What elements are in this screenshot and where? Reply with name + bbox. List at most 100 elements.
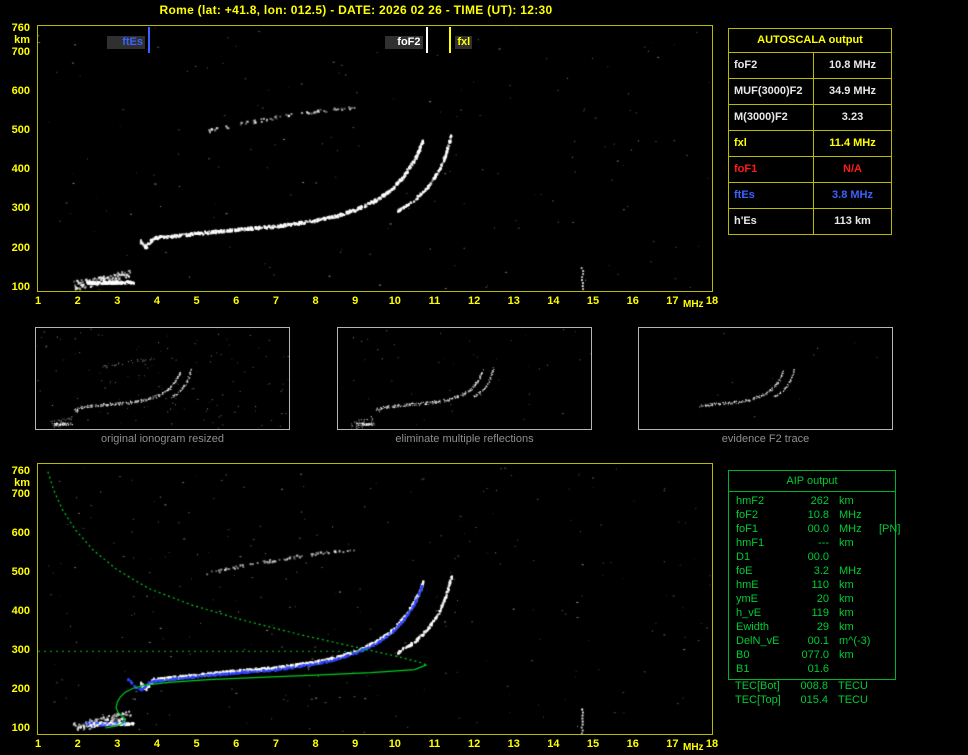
- y-axis-tick-label: 100: [11, 280, 30, 293]
- aip-row: foE 3.2 MHz: [729, 564, 895, 578]
- autoscala-row-value: 34.9 MHz: [813, 79, 891, 104]
- y-axis-tick-label: 500: [11, 123, 30, 136]
- thumbnail-f2-trace-caption: evidence F2 trace: [721, 433, 810, 445]
- aip-row-label: foF1: [736, 523, 759, 535]
- thumbnail-no-reflections-canvas: [338, 328, 591, 429]
- aip-row-label: h_vE: [736, 607, 762, 619]
- x-axis-tick-label: 10: [388, 295, 401, 307]
- autoscala-table-header: AUTOSCALA output: [757, 34, 863, 46]
- aip-row-extra: [879, 606, 895, 620]
- aip-row: hmF2 262 km: [729, 494, 895, 508]
- aip-row-unit: km: [839, 495, 854, 507]
- x-axis-tick-label: 4: [153, 295, 160, 307]
- aip-row-label: DelN_vE: [736, 635, 780, 647]
- y-axis-tick-label: 700: [11, 45, 30, 58]
- aip-row-value: 3.2: [813, 565, 829, 577]
- y-axis-tick-label: 200: [11, 241, 30, 254]
- aip-row-label: hmF1: [736, 537, 765, 549]
- x-axis-tick-label: 14: [547, 738, 560, 750]
- marker-label-fxl: fxl: [455, 36, 473, 49]
- x-axis-tick-label: 14: [547, 295, 560, 307]
- x-axis-tick-label: 12: [467, 738, 481, 750]
- aip-row-label: foE: [736, 565, 753, 577]
- aip-tec-row: TEC[Top] 015.4 TECU: [728, 693, 896, 707]
- autoscala-row: fxl 11.4 MHz: [729, 130, 891, 156]
- aip-row: B0 077.0 km: [729, 648, 895, 662]
- x-axis-tick-label: 17: [666, 295, 679, 307]
- aip-row-extra: [879, 592, 895, 606]
- y-axis-tick-label: 300: [11, 644, 30, 657]
- aip-row-unit: [829, 550, 879, 564]
- aip-row: hmE 110 km: [729, 578, 895, 592]
- autoscala-table-body: foF2 10.8 MHz MUF(3000)F2 34.9 MHz M(3000)F2…: [729, 52, 891, 234]
- x-axis-tick-label: 1: [34, 295, 42, 307]
- aip-row-value: 29: [816, 621, 829, 633]
- y-axis-unit-label: km: [14, 477, 30, 489]
- aip-row-unit: km: [839, 621, 854, 633]
- aip-row-unit: km: [839, 649, 854, 661]
- x-axis-tick-label: 8: [312, 738, 319, 750]
- autoscala-row-label: foF1: [734, 163, 758, 175]
- x-axis-unit-label: MHz: [683, 742, 704, 753]
- aip-row-extra: [879, 550, 895, 564]
- autoscala-row-value: 113 km: [813, 209, 891, 234]
- autoscala-row-value: 10.8 MHz: [813, 53, 891, 78]
- aip-row-unit: MHz: [839, 509, 862, 521]
- aip-row-value: 262: [810, 495, 829, 507]
- aip-row-extra: [PN]: [879, 523, 901, 535]
- aip-row-unit: MHz: [839, 565, 862, 577]
- y-axis-tick-label: 600: [11, 527, 30, 540]
- x-axis-tick-label: 16: [626, 738, 639, 750]
- x-axis-tick-label: 7: [272, 295, 279, 307]
- autoscala-row-label: h'Es: [734, 215, 757, 227]
- aip-row: foF1 00.0 MHz [PN]: [729, 522, 900, 536]
- y-axis-tick-label: 500: [11, 566, 30, 579]
- aip-row-unit: MHz: [839, 523, 862, 535]
- x-axis-tick-label: 5: [193, 738, 200, 750]
- aip-row-unit: km: [839, 537, 854, 549]
- aip-row-label: D1: [736, 551, 751, 563]
- aip-row-value: 077.0: [801, 649, 829, 661]
- aip-row-extra: [879, 536, 895, 550]
- autoscala-row-value: 3.23: [813, 105, 891, 130]
- aip-row-unit: m^(-3): [839, 635, 871, 647]
- aip-row-extra: [879, 578, 895, 592]
- aip-tec-row-value: 015.4: [800, 694, 828, 706]
- x-axis-tick-label: 8: [312, 295, 319, 307]
- aip-row: DelN_vE 00.1 m^(-3): [729, 634, 895, 648]
- aip-row: foF2 10.8 MHz: [729, 508, 895, 522]
- aip-table: AIP output hmF2 262 km foF2 10.8 MHz foF1 00.0 M…: [728, 470, 900, 680]
- aip-tec-row-label: TEC[Top]: [735, 694, 781, 706]
- x-axis-tick-label: 7: [272, 738, 279, 750]
- x-axis-tick-label: 12: [467, 295, 481, 307]
- marker-label-foF2: foF2: [384, 36, 423, 49]
- y-axis-tick-label: 700: [11, 488, 30, 501]
- x-axis-tick-label: 6: [233, 738, 240, 750]
- x-axis-tick-label: 11: [428, 738, 441, 750]
- aip-row-label: ymE: [736, 593, 758, 605]
- aip-row-value: 00.1: [807, 635, 829, 647]
- x-axis-tick-label: 2: [74, 738, 81, 750]
- aip-row-extra: [879, 494, 895, 508]
- aip-row-value: 20: [816, 593, 829, 605]
- autoscala-row-label: M(3000)F2: [734, 111, 788, 123]
- y-axis-unit-label: km: [14, 34, 30, 46]
- x-axis-tick-label: 13: [507, 295, 520, 307]
- aip-row-label: B1: [736, 663, 750, 675]
- x-axis-tick-label: 13: [507, 738, 520, 750]
- y-axis-tick-label: 100: [11, 722, 30, 734]
- aip-row-extra: [879, 508, 895, 522]
- marker-line-foF2: [425, 27, 428, 53]
- aip-row: B1 01.6: [729, 662, 895, 676]
- y-axis-tick-label: 400: [11, 163, 30, 176]
- autoscala-row-value: N/A: [813, 157, 891, 182]
- thumbnail-original-canvas: [36, 328, 289, 429]
- aip-row-value: ---: [818, 537, 829, 549]
- x-axis-tick-label: 2: [74, 295, 81, 307]
- autoscala-row-label: foF2: [734, 59, 758, 71]
- y-axis-tick-label: 300: [11, 202, 30, 215]
- profile-canvas: [38, 464, 712, 734]
- aip-row-label: hmE: [736, 579, 759, 591]
- autoscala-window: Rome (lat: +41.8, lon: 012.5) - DATE: 20…: [0, 0, 968, 755]
- aip-row-value: 01.6: [807, 663, 829, 675]
